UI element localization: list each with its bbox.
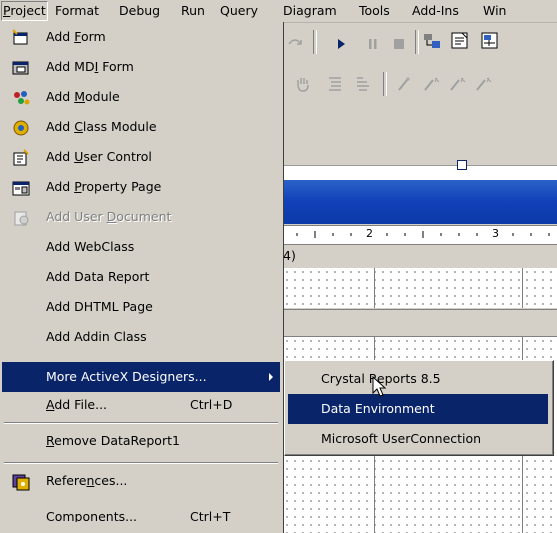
menu-item-label: Add Addin Class xyxy=(46,329,147,344)
menu-item-label: Add User Control xyxy=(46,149,152,164)
menu-item-label: Add File... xyxy=(46,397,108,412)
menu-item-label: Add Class Module xyxy=(46,119,157,134)
section-band xyxy=(283,309,557,337)
menu-item-label: Add User Document xyxy=(46,209,172,224)
menu-bar: Project Format Debug Run Query Diagram T… xyxy=(0,0,557,23)
user-control-icon xyxy=(12,148,30,166)
menu-debug[interactable]: Debug xyxy=(119,2,160,20)
menu-item-add-form[interactable]: Add Form xyxy=(2,22,280,52)
menu-item-label: Add Property Page xyxy=(46,179,162,194)
shortcut-label: Ctrl+D xyxy=(190,397,233,412)
mdi-form-icon xyxy=(12,58,30,76)
activex-designers-submenu: Crystal Reports 8.5 Data Environment Mic… xyxy=(284,360,554,456)
magic-wand-2-icon[interactable] xyxy=(421,74,441,94)
resize-handle[interactable] xyxy=(457,160,467,170)
menu-format[interactable]: Format xyxy=(55,2,99,20)
class-module-icon xyxy=(12,118,30,136)
menu-item-add-user-control[interactable]: Add User Control xyxy=(2,142,280,172)
form-layout-icon[interactable] xyxy=(479,30,499,50)
submenu-item-crystal-reports[interactable]: Crystal Reports 8.5 xyxy=(288,364,548,394)
align-lines-icon[interactable] xyxy=(325,74,345,94)
menu-diagram[interactable]: Diagram xyxy=(283,2,337,20)
menu-item-label: Components... xyxy=(46,509,138,522)
property-page-icon xyxy=(12,178,30,196)
menu-item-add-property-page[interactable]: Add Property Page xyxy=(2,172,280,202)
menu-item-label: Add WebClass xyxy=(46,239,135,254)
menu-item-add-webclass[interactable]: Add WebClass xyxy=(2,232,280,262)
menu-query[interactable]: Query xyxy=(220,2,258,20)
menu-item-add-data-report[interactable]: Add Data Report xyxy=(2,262,280,292)
references-icon xyxy=(12,472,30,491)
submenu-item-label: Data Environment xyxy=(321,401,435,416)
menu-item-add-mdi-form[interactable]: Add MDI Form xyxy=(2,52,280,82)
submenu-item-data-environment[interactable]: Data Environment xyxy=(288,394,548,424)
mouse-cursor-icon xyxy=(372,375,388,398)
properties-window-icon[interactable] xyxy=(449,30,469,50)
horizontal-ruler: 2 3 xyxy=(283,225,557,245)
magic-wand-1-icon[interactable] xyxy=(395,74,415,94)
menu-item-label: Add MDI Form xyxy=(46,59,134,74)
project-menu: Add Form Add MDI Form Add Module Add Cla… xyxy=(0,22,284,533)
project-explorer-icon[interactable] xyxy=(421,30,441,50)
menu-item-references[interactable]: References... xyxy=(2,466,280,496)
ruler-tick-label: 3 xyxy=(492,227,499,240)
menu-item-label: Add Form xyxy=(46,29,106,44)
module-icon xyxy=(12,88,30,106)
menu-item-add-dhtml-page[interactable]: Add DHTML Page xyxy=(2,292,280,322)
align-steps-icon[interactable] xyxy=(353,74,373,94)
ruler-tick-label: 2 xyxy=(366,227,373,240)
menu-separator xyxy=(4,422,278,424)
magic-wand-4-icon[interactable] xyxy=(473,74,493,94)
form-icon xyxy=(12,28,30,46)
menu-item-add-user-document: Add User Document xyxy=(2,202,280,232)
menu-item-add-addin-class[interactable]: Add Addin Class xyxy=(2,322,280,352)
designer-toolbar xyxy=(283,66,557,102)
menu-item-label: References... xyxy=(46,473,128,488)
menu-item-add-class-module[interactable]: Add Class Module xyxy=(2,112,280,142)
section-header: 4) xyxy=(283,246,557,267)
pause-icon[interactable] xyxy=(363,34,383,54)
report-title-bar xyxy=(283,180,557,224)
hand-icon[interactable] xyxy=(293,74,313,94)
menu-item-add-module[interactable]: Add Module xyxy=(2,82,280,112)
magic-wand-3-icon[interactable] xyxy=(447,74,467,94)
menu-item-label: More ActiveX Designers... xyxy=(46,369,207,384)
redo-icon[interactable] xyxy=(285,32,305,52)
submenu-item-microsoft-userconnection[interactable]: Microsoft UserConnection xyxy=(288,424,548,454)
submenu-item-label: Microsoft UserConnection xyxy=(321,431,482,446)
menu-item-more-activex-designers[interactable]: More ActiveX Designers... xyxy=(2,362,280,392)
menu-item-components[interactable]: Components... Ctrl+T xyxy=(2,496,280,522)
section-label: 4) xyxy=(283,248,296,263)
menu-item-remove-datareport1[interactable]: Remove DataReport1 xyxy=(2,426,280,456)
report-grid xyxy=(283,268,557,308)
menu-separator xyxy=(4,462,278,464)
standard-toolbar xyxy=(283,26,557,60)
menu-run[interactable]: Run xyxy=(181,2,205,20)
menu-item-label: Add DHTML Page xyxy=(46,299,153,314)
end-icon[interactable] xyxy=(389,34,409,54)
report-header-strip xyxy=(283,160,557,180)
menu-item-label: Remove DataReport1 xyxy=(46,433,180,448)
menu-tools[interactable]: Tools xyxy=(359,2,390,20)
menu-add-ins[interactable]: Add-Ins xyxy=(412,2,459,20)
menu-item-label: Add Module xyxy=(46,89,120,104)
menu-item-label: Add Data Report xyxy=(46,269,150,284)
start-icon[interactable] xyxy=(331,34,351,54)
shortcut-label: Ctrl+T xyxy=(190,509,231,522)
menu-item-add-file[interactable]: Add File... Ctrl+D xyxy=(2,390,280,420)
submenu-arrow-icon xyxy=(269,373,273,381)
menu-project[interactable]: Project xyxy=(1,1,48,21)
user-document-icon xyxy=(12,208,30,226)
menu-project-label: roject xyxy=(10,3,46,18)
menu-window[interactable]: Win xyxy=(483,2,506,20)
